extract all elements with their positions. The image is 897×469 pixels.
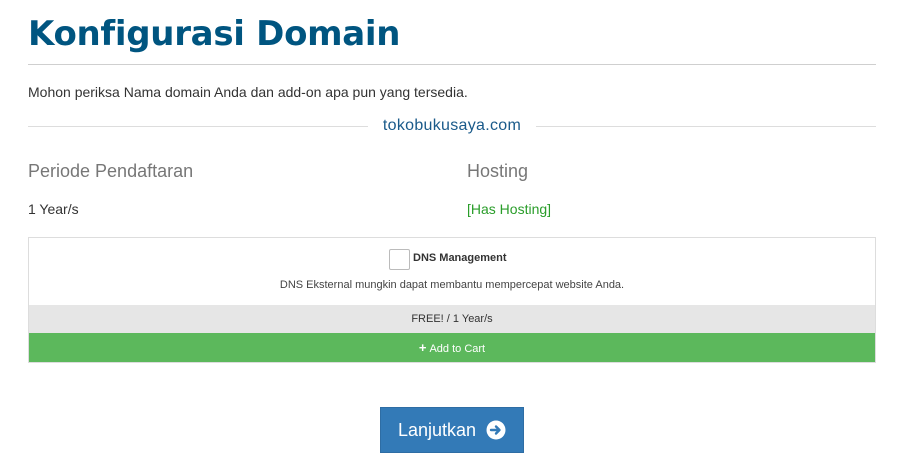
continue-label: Lanjutkan: [397, 419, 477, 440]
addon-panel: DNS Management DNS Eksternal mungkin dap…: [28, 237, 876, 363]
domain-separator: tokobukusaya.com: [28, 117, 876, 137]
continue-button[interactable]: Lanjutkan: [380, 407, 524, 453]
plus-icon: +: [418, 340, 427, 355]
addon-name[interactable]: DNS Management: [413, 252, 507, 264]
dns-management-checkbox[interactable]: [389, 249, 410, 270]
page-title: Konfigurasi Domain: [28, 14, 401, 54]
intro-text: Mohon periksa Nama domain Anda dan add-o…: [28, 84, 468, 100]
addon-description: DNS Eksternal mungkin dapat membantu mem…: [279, 279, 625, 291]
add-to-cart-label: Add to Cart: [429, 343, 486, 355]
addon-header: DNS Management: [29, 248, 875, 270]
separator-line-right: [536, 126, 876, 127]
registration-period-heading: Periode Pendaftaran: [28, 161, 194, 181]
add-to-cart-button[interactable]: + Add to Cart: [29, 333, 875, 362]
arrow-circle-right-icon: [486, 420, 506, 440]
hosting-status: [Has Hosting]: [467, 201, 552, 217]
registration-period-value: 1 Year/s: [28, 201, 79, 217]
title-divider: [28, 64, 876, 65]
hosting-heading: Hosting: [467, 161, 529, 181]
addon-price: FREE! / 1 Year/s: [29, 305, 875, 333]
